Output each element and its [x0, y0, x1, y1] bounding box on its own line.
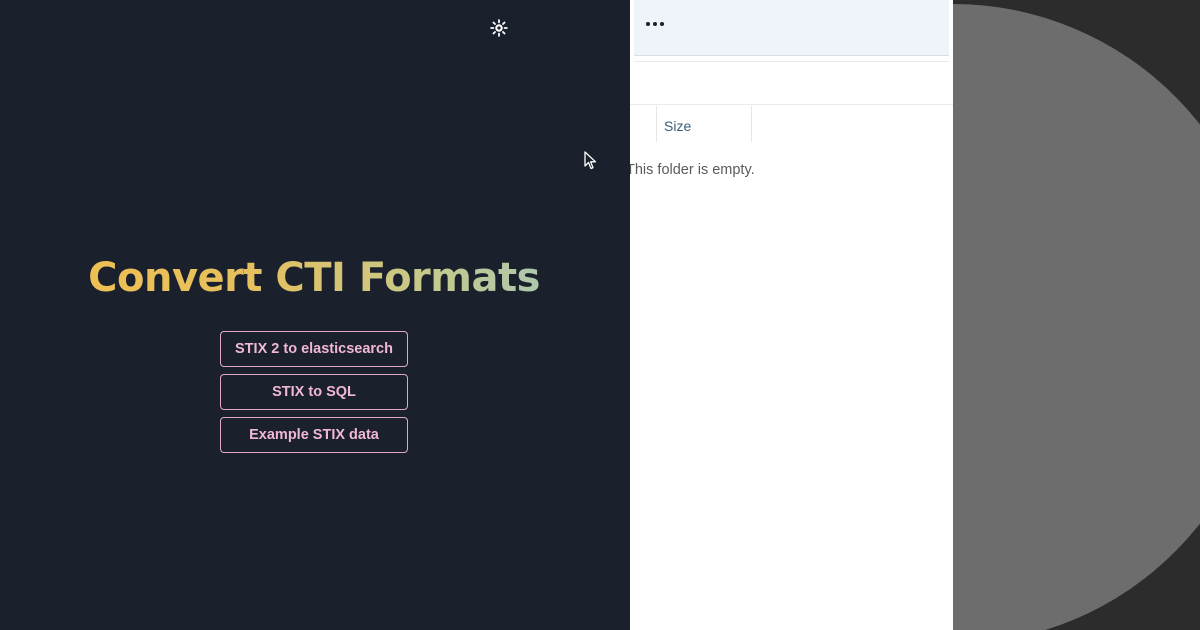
- empty-folder-text: This folder is empty.: [630, 162, 755, 178]
- column-divider[interactable]: [751, 106, 752, 142]
- sun-icon: [490, 19, 508, 37]
- divider: [634, 61, 949, 62]
- theme-toggle-button[interactable]: [489, 18, 509, 38]
- stix2-to-elasticsearch-button[interactable]: STIX 2 to elasticsearch: [220, 331, 408, 367]
- column-header-size[interactable]: Size: [664, 118, 691, 134]
- page-title: Convert CTI Formats: [0, 255, 628, 301]
- explorer-toolbar: [634, 0, 949, 56]
- decorative-circle: [953, 4, 1200, 630]
- more-options-button[interactable]: [642, 12, 668, 36]
- app-panel: Convert CTI Formats STIX 2 to elasticsea…: [0, 0, 630, 630]
- column-header-row: Size: [630, 106, 953, 142]
- more-horizontal-icon: [646, 22, 650, 26]
- empty-folder-message: This folder is empty.: [630, 162, 755, 178]
- stix-to-sql-button[interactable]: STIX to SQL: [220, 374, 408, 410]
- background-overlay: [953, 0, 1200, 630]
- example-stix-data-button[interactable]: Example STIX data: [220, 417, 408, 453]
- more-dot: [660, 22, 664, 26]
- column-divider[interactable]: [656, 106, 657, 142]
- more-dot: [653, 22, 657, 26]
- mouse-cursor-icon: [584, 151, 597, 170]
- divider: [630, 104, 953, 105]
- file-explorer-panel: Size This folder is empty.: [630, 0, 953, 630]
- conversion-options: STIX 2 to elasticsearch STIX to SQL Exam…: [220, 331, 408, 453]
